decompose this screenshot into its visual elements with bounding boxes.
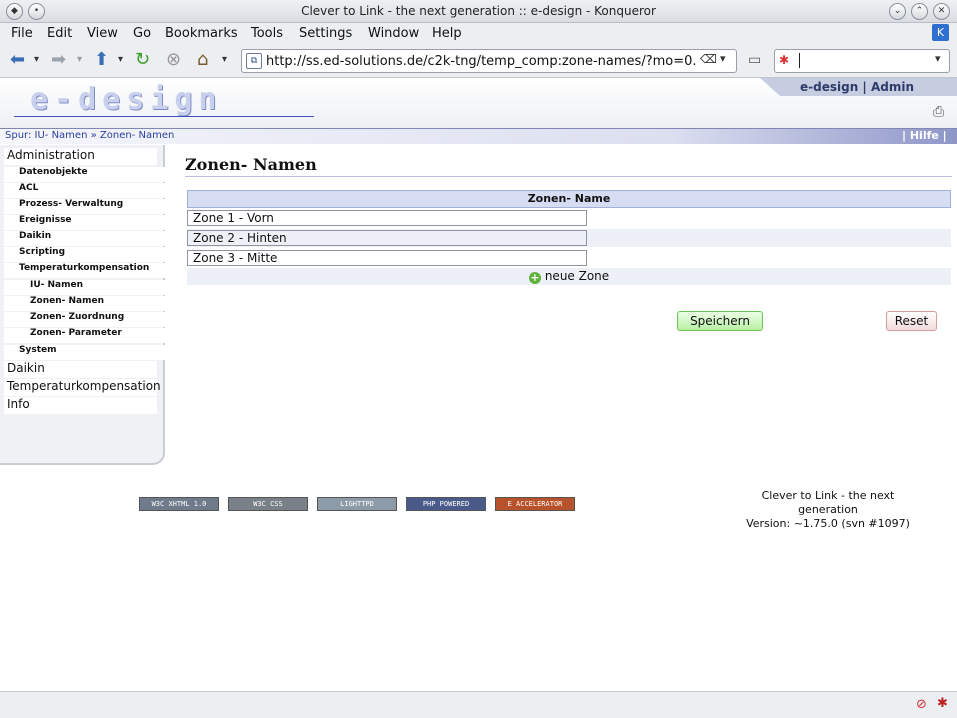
menu-settings[interactable]: Settings: [299, 26, 352, 41]
reset-button[interactable]: Reset: [886, 311, 937, 331]
url-bar[interactable]: ⧉ ⌫ ▾: [241, 49, 737, 73]
back-dropdown-icon[interactable]: ▾: [34, 49, 39, 71]
sidebar: Administration Datenobjekte ACL Prozess-…: [0, 145, 180, 465]
save-button[interactable]: Speichern: [677, 311, 763, 331]
page-title: Zonen- Namen: [185, 155, 317, 174]
search-dropdown-icon[interactable]: ▾: [935, 52, 941, 65]
sidebar-item-ereignisse[interactable]: Ereignisse: [4, 215, 169, 230]
close-icon[interactable]: ✕: [933, 3, 950, 20]
breadcrumb: Spur: IU- Namen » Zonen- Namen | Hilfe |: [0, 128, 957, 144]
up-icon[interactable]: ⬆: [94, 49, 109, 71]
breadcrumb-trail[interactable]: Spur: IU- Namen » Zonen- Namen: [5, 130, 174, 141]
forward-dropdown-icon[interactable]: ▾: [77, 49, 82, 71]
sidebar-item-zonen-namen[interactable]: Zonen- Namen: [4, 296, 180, 311]
new-zone-row: + neue Zone: [187, 268, 951, 285]
konqueror-logo-icon: K: [932, 24, 949, 41]
search-bar[interactable]: ✱ ▾: [774, 49, 950, 73]
back-icon[interactable]: ⬅: [10, 49, 25, 71]
print-icon[interactable]: ⎙: [933, 104, 944, 120]
sidebar-item-system[interactable]: System: [4, 345, 169, 360]
footer-app-name: Clever to Link - the next generation: [761, 489, 895, 516]
minimize-icon[interactable]: ⌄: [889, 3, 906, 20]
menu-bar: File Edit View Go Bookmarks Tools Settin…: [0, 23, 957, 45]
url-history-dropdown-icon[interactable]: ▾: [720, 52, 726, 65]
admin-tab: e-design | Admin: [760, 78, 957, 96]
sidebar-item-prozess-verwaltung[interactable]: Prozess- Verwaltung: [4, 199, 169, 214]
sidebar-item-temperaturkompensation[interactable]: Temperaturkompensation: [4, 379, 161, 396]
reload-icon[interactable]: ↻: [135, 49, 150, 71]
help-link[interactable]: | Hilfe |: [902, 129, 947, 142]
menu-tools[interactable]: Tools: [251, 26, 283, 41]
sidebar-item-administration[interactable]: Administration: [4, 148, 157, 165]
clear-url-icon[interactable]: ⌫: [700, 52, 717, 66]
up-dropdown-icon[interactable]: ▾: [118, 49, 123, 71]
table-row: [187, 209, 951, 227]
forward-icon[interactable]: ➡: [51, 49, 66, 71]
page-header: e-design e-design | Admin ⎙: [0, 78, 957, 128]
version-info: Clever to Link - the next generation Ver…: [740, 489, 916, 531]
add-zone-icon[interactable]: +: [528, 272, 541, 284]
home-dropdown-icon[interactable]: ▾: [222, 49, 227, 71]
browser-toolbar: ⬅ ▾ ➡ ▾ ⬆ ▾ ↻ ⊗ ⌂ ▾ ⧉ ⌫ ▾ ▭ ✱ ▾: [0, 45, 957, 78]
window-title: Clever to Link - the next generation :: …: [301, 4, 656, 18]
sidebar-item-acl[interactable]: ACL: [4, 183, 169, 198]
home-icon[interactable]: ⌂: [197, 49, 208, 71]
menu-file[interactable]: File: [11, 26, 33, 41]
zone-name-input-2[interactable]: [187, 230, 587, 246]
w3c-xhtml-badge[interactable]: W3C XHTML 1.0: [139, 497, 219, 511]
sidebar-item-zonen-parameter[interactable]: Zonen- Parameter: [4, 328, 180, 343]
sidebar-item-datenobjekte[interactable]: Datenobjekte: [4, 167, 169, 182]
eaccelerator-badge[interactable]: E ACCELERATOR: [495, 497, 575, 511]
menu-edit[interactable]: Edit: [47, 26, 72, 41]
new-zone-link[interactable]: neue Zone: [545, 269, 609, 283]
sidebar-item-iu-namen[interactable]: IU- Namen: [4, 280, 180, 295]
table-header: Zonen- Name: [187, 190, 951, 208]
title-divider: [185, 176, 952, 177]
url-input[interactable]: [264, 52, 698, 70]
popup-blocker-icon[interactable]: ⊘: [916, 697, 927, 712]
menu-go[interactable]: Go: [133, 26, 151, 41]
sidebar-item-daikin[interactable]: Daikin: [4, 361, 157, 378]
clear-location-icon[interactable]: ▭: [748, 49, 761, 71]
bug-icon[interactable]: ✱: [937, 696, 948, 711]
window-titlebar: ◆ • Clever to Link - the next generation…: [0, 0, 957, 23]
zone-name-input-3[interactable]: [187, 250, 587, 266]
footer-version: Version: ~1.75.0 (svn #1097): [746, 517, 910, 530]
stop-icon[interactable]: ⊗: [166, 49, 181, 71]
lighttpd-badge[interactable]: LIGHTTPD: [317, 497, 397, 511]
sidebar-item-zonen-zuordnung[interactable]: Zonen- Zuordnung: [4, 312, 180, 327]
menu-bookmarks[interactable]: Bookmarks: [165, 26, 238, 41]
search-engine-icon[interactable]: ✱: [779, 53, 789, 67]
table-row: [187, 229, 951, 247]
e-design-logo: e-design: [30, 82, 223, 117]
sidebar-item-scripting[interactable]: Scripting: [4, 247, 169, 262]
table-row: [187, 249, 951, 267]
sidebar-item-info[interactable]: Info: [4, 397, 157, 414]
search-cursor: [799, 53, 800, 68]
admin-links[interactable]: e-design | Admin: [800, 80, 914, 94]
site-favicon-icon: ⧉: [246, 53, 262, 69]
status-bar: ⊘ ✱: [0, 691, 957, 718]
menu-help[interactable]: Help: [432, 26, 462, 41]
w3c-css-badge[interactable]: W3C CSS: [228, 497, 308, 511]
menu-window[interactable]: Window: [368, 26, 419, 41]
maximize-icon[interactable]: ⌃: [911, 3, 928, 20]
logo-underline: [14, 116, 314, 117]
sidebar-item-temperaturkompensation-sub[interactable]: Temperaturkompensation: [4, 263, 169, 278]
zone-name-input-1[interactable]: [187, 210, 587, 226]
sidebar-item-daikin-sub[interactable]: Daikin: [4, 231, 169, 246]
menu-view[interactable]: View: [87, 26, 118, 41]
php-powered-badge[interactable]: PHP POWERED: [406, 497, 486, 511]
